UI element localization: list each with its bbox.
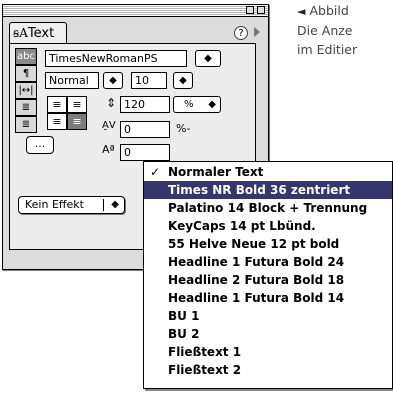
menu-item[interactable]: Fließtext 2 [144,361,392,379]
leading-unit-arrow-icon: ◆ [208,99,216,110]
menu-item-label: BU 2 [168,327,200,341]
collapse-box-icon[interactable] [257,6,265,14]
align-left-button[interactable]: ≡ [47,96,67,113]
menu-item-selected[interactable]: Times NR Bold 36 zentriert [144,181,392,199]
align-right-button[interactable]: ≡ [47,113,67,130]
caption-line-3: im Editier [297,42,358,57]
mode-columns-button[interactable]: ≣ [15,99,37,116]
figure-caption: ◄ Abbild Die Anze im Editier [297,1,393,59]
menu-item-label: Fließtext 1 [168,345,242,359]
mode-paragraph-button[interactable]: ¶ [15,65,37,82]
tracking-field[interactable]: 0 [120,121,170,138]
popup-separator [103,199,104,211]
menu-item-label: Headline 1 Futura Bold 14 [168,291,345,305]
tracking-unit-label: %- [176,122,191,135]
palette-tab-row: ꞩAText ? [9,22,262,44]
menu-item[interactable]: Palatino 14 Block + Trennung [144,199,392,217]
leading-unit-label: % [184,99,194,110]
font-name-stepper[interactable]: ◆ [195,50,221,67]
menu-item[interactable]: 55 Helve Neue 12 pt bold [144,235,392,253]
menu-item-label: Headline 2 Futura Bold 18 [168,273,345,287]
palette-titlebar[interactable] [3,5,268,17]
paragraph-style-menu: ✓ Normaler Text Times NR Bold 36 zentrie… [143,161,393,389]
menu-item-label: Fließtext 2 [168,363,242,377]
menu-item-label: KeyCaps 14 pt Lbünd. [168,219,316,233]
effect-popup-label: Kein Effekt [25,198,84,211]
menu-item[interactable]: Headline 2 Futura Bold 18 [144,271,392,289]
align-center-button[interactable]: ≡ [67,96,87,113]
font-style-stepper[interactable]: ◆ [103,72,123,89]
menu-item[interactable]: KeyCaps 14 pt Lbünd. [144,217,392,235]
baseline-shift-icon: Aª [102,143,115,156]
menu-item[interactable]: Headline 1 Futura Bold 24 [144,253,392,271]
font-name-field[interactable]: TimesNewRomanPS [45,50,187,67]
tracking-icon: A̱V [102,120,116,131]
caption-arrow-icon: ◄ [297,5,306,18]
menu-item-label: 55 Helve Neue 12 pt bold [168,237,340,251]
leading-field[interactable]: 120 [120,96,170,113]
menu-item-label: Headline 1 Futura Bold 24 [168,255,345,269]
caption-line-2: Die Anze [297,23,353,38]
help-button[interactable]: ? [234,26,248,40]
menu-item-label: BU 1 [168,309,200,323]
caption-line-1: Abbild [309,3,349,18]
mode-width-button[interactable]: |↔| [15,82,37,99]
leading-icon: ⇕ [106,96,117,110]
effect-popup[interactable]: Kein Effekt ◆ [18,196,125,214]
menu-item-label: Normaler Text [168,165,264,179]
align-justify-button[interactable]: ≡ [67,113,87,130]
font-size-stepper[interactable]: ◆ [173,72,193,89]
palette-menu-arrow-icon[interactable] [254,27,260,37]
baseline-shift-field[interactable]: 0 [120,144,170,161]
font-size-field[interactable]: 10 [131,72,167,89]
more-options-button[interactable]: ... [26,136,54,154]
menu-item[interactable]: BU 2 [144,325,392,343]
text-tool-icon: ꞩA [13,26,28,40]
mode-character-button[interactable]: abc [15,48,37,65]
font-style-field[interactable]: Normal [45,72,99,89]
check-icon: ✓ [150,165,161,179]
menu-item[interactable]: BU 1 [144,307,392,325]
menu-item[interactable]: Headline 1 Futura Bold 14 [144,289,392,307]
tab-text[interactable]: ꞩAText [9,22,67,44]
zoom-box-icon[interactable] [246,6,254,14]
menu-item-label: Times NR Bold 36 zentriert [168,183,351,197]
leading-unit-popup[interactable]: % ◆ [173,96,221,113]
menu-item[interactable]: ✓ Normaler Text [144,163,392,181]
tab-text-label: Text [27,26,55,41]
mode-indent-button[interactable]: ≣ [15,116,37,133]
popup-arrow-icon: ◆ [111,199,119,210]
menu-item[interactable]: Fließtext 1 [144,343,392,361]
menu-item-label: Palatino 14 Block + Trennung [168,201,368,215]
